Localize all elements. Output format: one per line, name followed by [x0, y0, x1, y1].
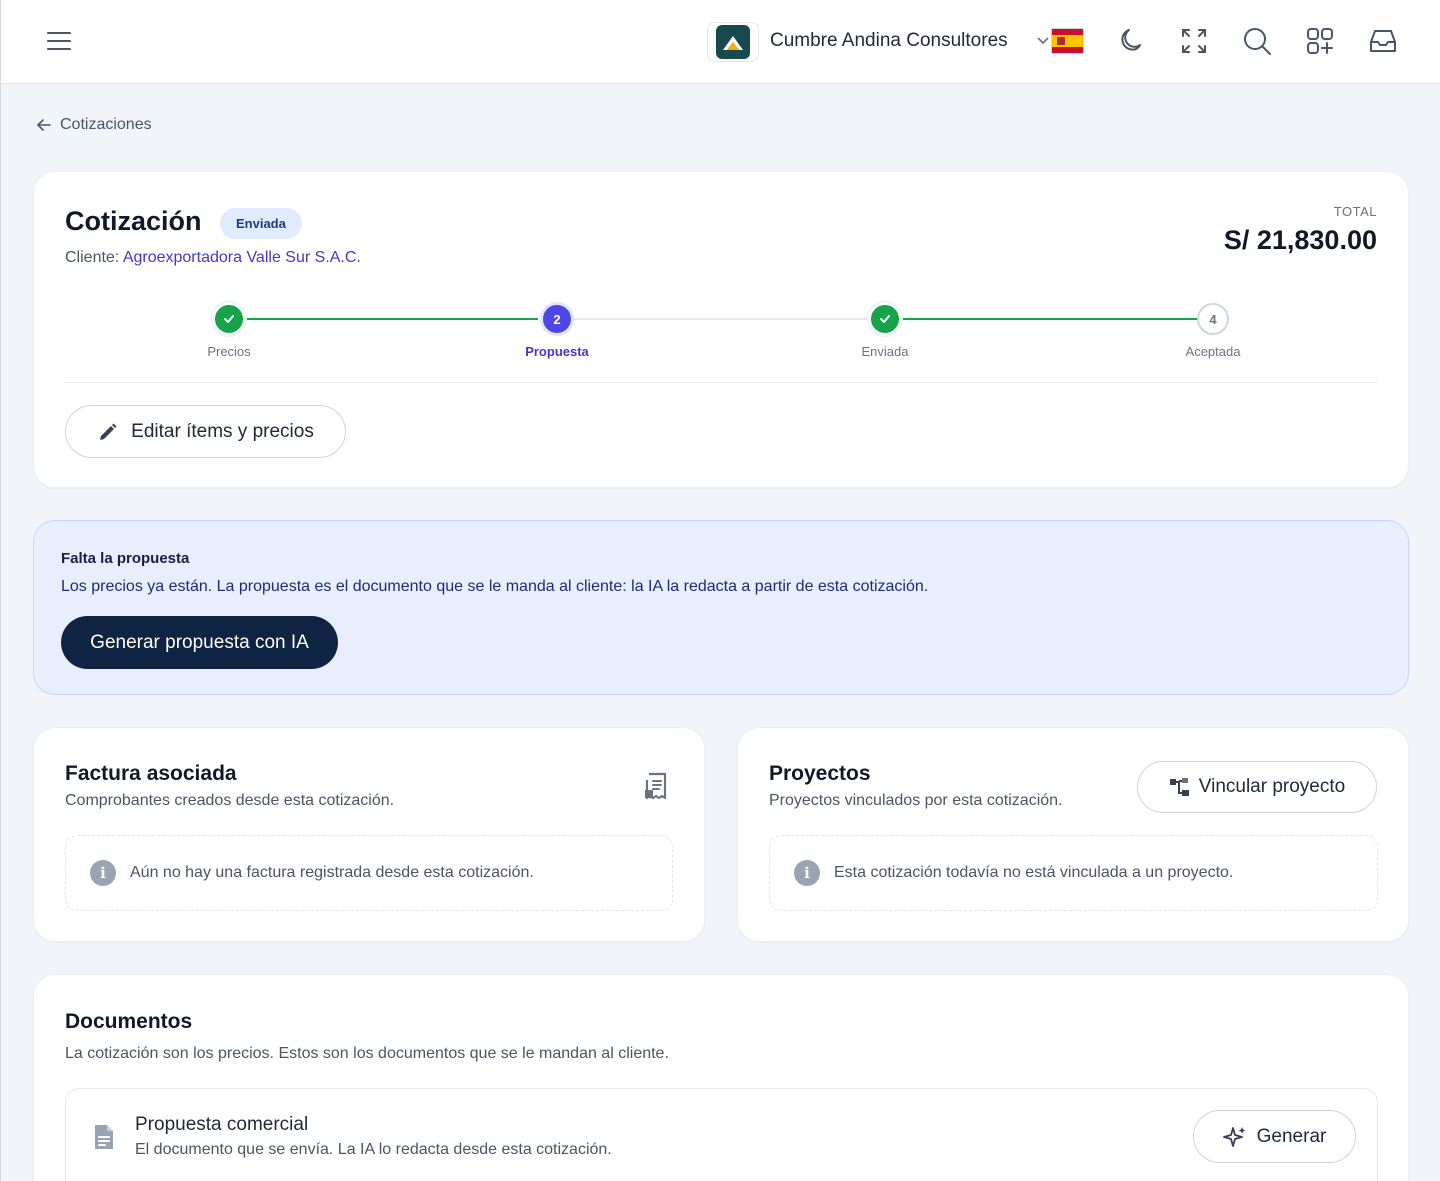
invoice-card: Factura asociada Comprobantes creados de… — [33, 727, 705, 942]
projects-card: Proyectos Proyectos vinculados por esta … — [737, 727, 1409, 942]
stepper-connector — [902, 318, 1202, 320]
info-icon: i — [794, 860, 820, 886]
projects-empty-text: Esta cotización todavía no está vinculad… — [834, 864, 1234, 881]
documents-title: Documentos — [65, 1010, 193, 1033]
sparkle-icon — [1222, 1126, 1246, 1147]
inbox-icon[interactable] — [1368, 26, 1398, 56]
status-badge: Enviada — [220, 208, 302, 239]
step-label: Precios — [207, 344, 251, 359]
quote-summary-card: Cotización Enviada Cliente: Agroexportad… — [33, 171, 1409, 488]
alert-title: Falta la propuesta — [61, 550, 190, 567]
generate-document-label: Generar — [1256, 1125, 1327, 1147]
chevron-down-icon[interactable] — [1035, 32, 1051, 48]
step-propuesta[interactable]: 2 — [540, 302, 574, 336]
spain-flag-icon[interactable] — [1051, 28, 1084, 54]
total-label: TOTAL — [1333, 204, 1377, 219]
search-icon[interactable] — [1242, 26, 1272, 56]
menu-icon[interactable] — [47, 32, 71, 50]
breadcrumb-back-link[interactable]: Cotizaciones — [36, 116, 152, 134]
invoice-empty-text: Aún no hay una factura registrada desde … — [130, 864, 534, 881]
top-bar: Cumbre Andina Consultores — [1, 0, 1440, 84]
check-icon — [224, 315, 234, 323]
step-label: Propuesta — [525, 344, 589, 359]
document-subtitle: El documento que se envía. La IA lo reda… — [135, 1141, 612, 1158]
document-title: Propuesta comercial — [135, 1114, 309, 1135]
mountain-logo-icon — [716, 25, 750, 59]
step-enviada[interactable] — [868, 302, 902, 336]
invoice-subtitle: Comprobantes creados desde esta cotizaci… — [65, 792, 395, 809]
projects-empty-state: i Esta cotización todavía no está vincul… — [769, 835, 1378, 911]
receipt-icon — [645, 772, 667, 800]
step-label: Enviada — [861, 344, 909, 359]
info-icon: i — [90, 860, 116, 886]
projects-title: Proyectos — [769, 762, 871, 785]
pencil-icon — [100, 423, 117, 440]
edit-items-button[interactable]: Editar ítems y precios — [65, 405, 346, 458]
arrow-left-icon — [37, 119, 51, 131]
organization-logo[interactable] — [707, 22, 759, 62]
invoice-empty-state: i Aún no hay una factura registrada desd… — [65, 835, 673, 911]
breadcrumb-label: Cotizaciones — [60, 116, 152, 133]
link-project-button[interactable]: Vincular proyecto — [1137, 761, 1377, 813]
client-line: Cliente: Agroexportadora Valle Sur S.A.C… — [65, 249, 361, 267]
documents-subtitle: La cotización son los precios. Estos son… — [65, 1045, 669, 1062]
organization-name[interactable]: Cumbre Andina Consultores — [770, 30, 1008, 52]
edit-items-label: Editar ítems y precios — [131, 420, 314, 442]
generate-document-button[interactable]: Generar — [1193, 1110, 1356, 1163]
document-icon — [95, 1125, 113, 1149]
missing-proposal-alert: Falta la propuesta Los precios ya están.… — [33, 520, 1409, 695]
invoice-title: Factura asociada — [65, 762, 237, 785]
step-aceptada[interactable]: 4 — [1197, 303, 1229, 335]
alert-text: Los precios ya están. La propuesta es el… — [61, 578, 929, 595]
client-name-link[interactable]: Agroexportadora Valle Sur S.A.C. — [123, 249, 361, 266]
step-precios[interactable] — [212, 302, 246, 336]
page-title: Cotización — [65, 206, 202, 236]
stepper-connector — [574, 318, 874, 320]
moon-icon[interactable] — [1116, 26, 1146, 56]
check-icon — [880, 315, 890, 323]
client-prefix: Cliente: — [65, 249, 120, 266]
projects-subtitle: Proyectos vinculados por esta cotización… — [769, 792, 1063, 809]
divider — [65, 382, 1377, 383]
total-value: S/ 21,830.00 — [1223, 225, 1377, 255]
generate-proposal-ai-button[interactable]: Generar propuesta con IA — [61, 616, 338, 669]
apps-grid-icon[interactable] — [1305, 26, 1335, 56]
document-row: Propuesta comercial El documento que se … — [65, 1088, 1378, 1181]
step-label: Aceptada — [1185, 344, 1241, 359]
link-project-label: Vincular proyecto — [1198, 776, 1346, 797]
fullscreen-icon[interactable] — [1179, 26, 1209, 56]
project-tree-icon — [1169, 778, 1189, 796]
documents-card: Documentos La cotización son los precios… — [33, 974, 1409, 1181]
stepper-connector — [246, 318, 538, 320]
